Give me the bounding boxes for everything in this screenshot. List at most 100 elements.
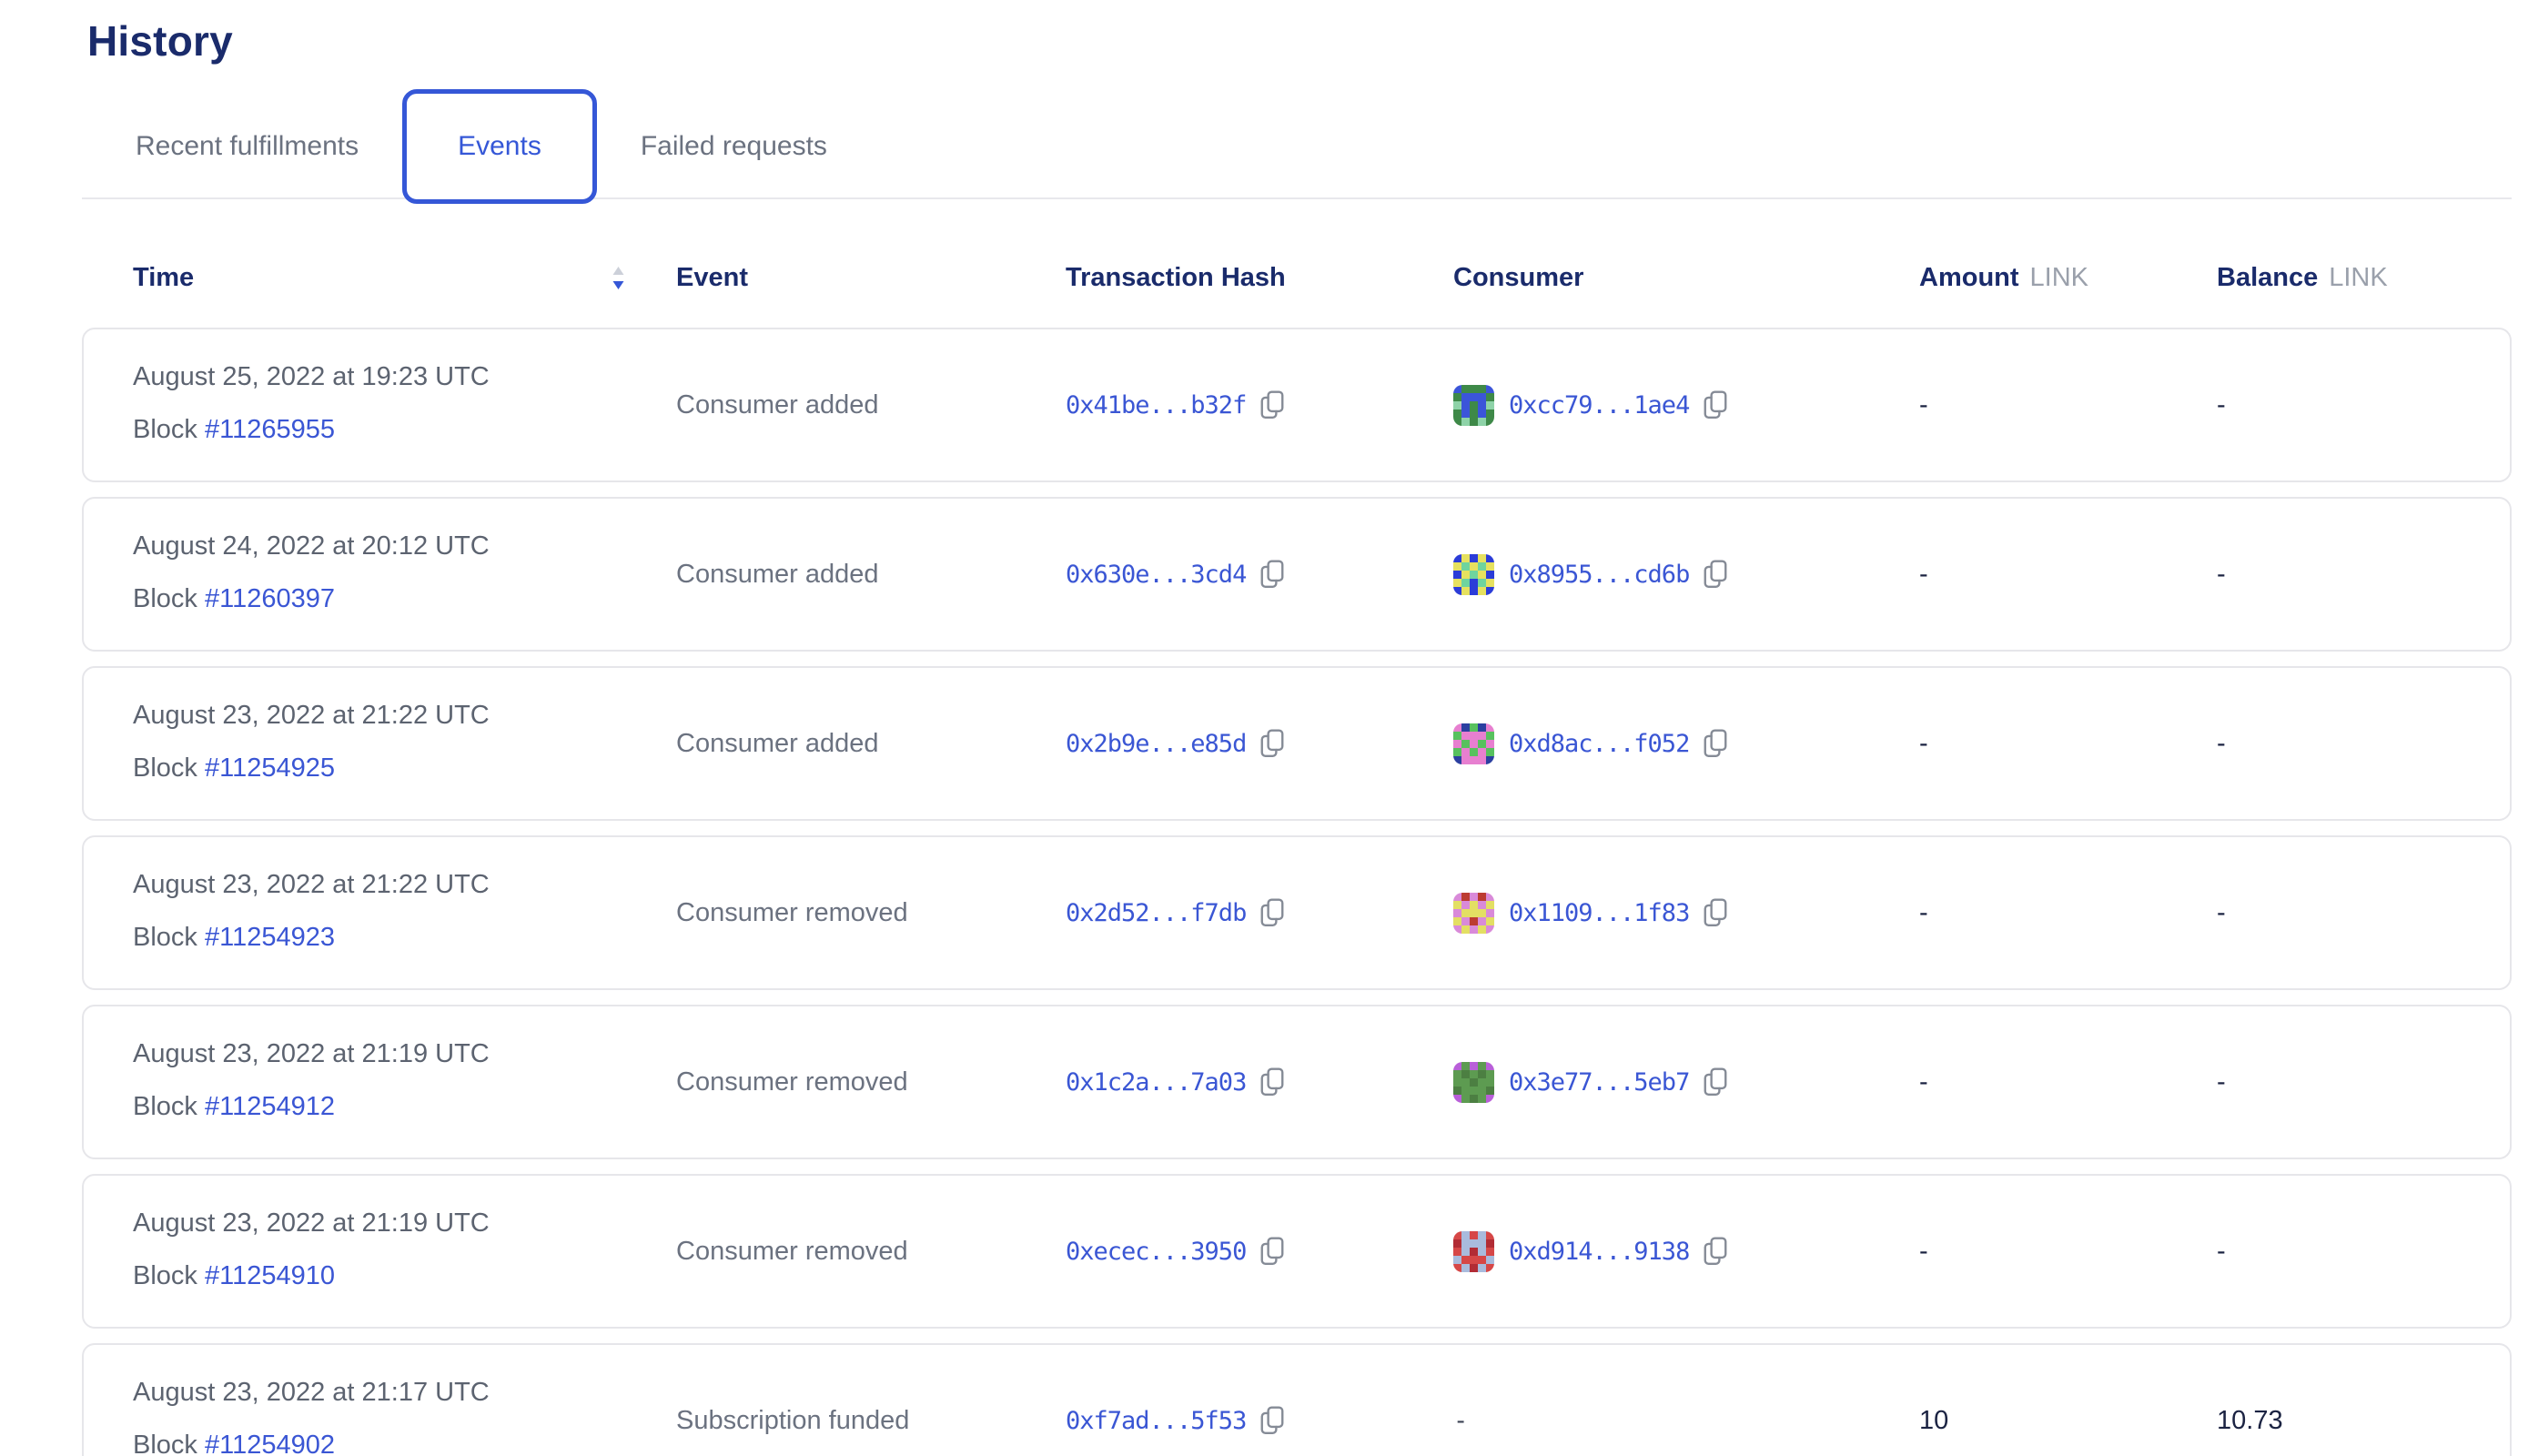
time-cell: August 23, 2022 at 21:22 UTC Block #1125… (133, 837, 676, 988)
consumer-cell: - (1453, 1407, 1919, 1435)
consumer-address-link[interactable]: 0x8955...cd6b (1509, 561, 1689, 589)
time-cell: August 23, 2022 at 21:19 UTC Block #1125… (133, 1006, 676, 1158)
transaction-hash-link[interactable]: 0x41be...b32f (1066, 391, 1246, 420)
consumer-address-link[interactable]: 0x3e77...5eb7 (1509, 1068, 1689, 1097)
event-date: August 25, 2022 at 19:23 UTC (133, 360, 676, 393)
block-label: Block (133, 415, 197, 444)
block-label: Block (133, 1431, 197, 1456)
consumer-cell: 0xcc79...1ae4 (1453, 385, 1919, 426)
copy-icon[interactable] (1259, 728, 1286, 759)
balance-value: 10.73 (2217, 1406, 2473, 1436)
transaction-hash-cell: 0x1c2a...7a03 (1066, 1067, 1453, 1097)
consumer-address-link[interactable]: 0xd914...9138 (1509, 1238, 1689, 1266)
copy-icon[interactable] (1259, 389, 1286, 420)
event-date: August 23, 2022 at 21:22 UTC (133, 699, 676, 732)
consumer-cell: 0x1109...1f83 (1453, 893, 1919, 934)
time-cell: August 23, 2022 at 21:17 UTC Block #1125… (133, 1345, 676, 1456)
copy-icon[interactable] (1702, 559, 1729, 590)
amount-value: - (1919, 898, 2217, 928)
consumer-identicon (1453, 385, 1494, 426)
consumer-cell: 0xd914...9138 (1453, 1231, 1919, 1272)
copy-icon[interactable] (1702, 1067, 1729, 1097)
copy-icon[interactable] (1259, 897, 1286, 928)
event-date: August 24, 2022 at 20:12 UTC (133, 530, 676, 562)
column-header-balance: Balance (2217, 263, 2318, 293)
consumer-identicon (1453, 554, 1494, 595)
tab-bar: Recent fulfillments Events Failed reques… (0, 80, 2528, 212)
consumer-address-link[interactable]: 0xcc79...1ae4 (1509, 391, 1689, 420)
tab-recent-fulfillments[interactable]: Recent fulfillments (128, 131, 366, 162)
transaction-hash-link[interactable]: 0x630e...3cd4 (1066, 561, 1246, 589)
transaction-hash-link[interactable]: 0xf7ad...5f53 (1066, 1407, 1246, 1435)
column-header-amount: Amount (1919, 263, 2019, 293)
consumer-identicon (1453, 723, 1494, 764)
page-title: History (87, 13, 2528, 69)
table-row: August 24, 2022 at 20:12 UTC Block #1126… (82, 497, 2512, 652)
event-type: Consumer removed (676, 1067, 1066, 1097)
column-header-consumer: Consumer (1453, 263, 1919, 293)
block-label: Block (133, 584, 197, 613)
table-header: Time Event Transaction Hash Consumer Amo… (82, 212, 2512, 328)
consumer-identicon (1453, 1062, 1494, 1103)
consumer-identicon (1453, 893, 1494, 934)
copy-icon[interactable] (1702, 389, 1729, 420)
balance-value: - (2217, 1067, 2473, 1097)
block-number-link[interactable]: #11254910 (205, 1261, 335, 1290)
event-date: August 23, 2022 at 21:22 UTC (133, 868, 676, 901)
event-date: August 23, 2022 at 21:19 UTC (133, 1207, 676, 1239)
copy-icon[interactable] (1259, 1236, 1286, 1267)
event-type: Consumer added (676, 560, 1066, 590)
transaction-hash-link[interactable]: 0xecec...3950 (1066, 1238, 1246, 1266)
tab-events[interactable]: Events (402, 89, 597, 204)
copy-icon[interactable] (1702, 1236, 1729, 1267)
sort-descending-icon[interactable] (611, 266, 626, 291)
consumer-address-link[interactable]: 0x1109...1f83 (1509, 899, 1689, 927)
time-cell: August 23, 2022 at 21:22 UTC Block #1125… (133, 668, 676, 819)
event-type: Consumer removed (676, 898, 1066, 928)
table-row: August 23, 2022 at 21:19 UTC Block #1125… (82, 1174, 2512, 1329)
amount-value: - (1919, 1067, 2217, 1097)
amount-value: - (1919, 1237, 2217, 1267)
copy-icon[interactable] (1259, 1405, 1286, 1436)
block-number-link[interactable]: #11254923 (205, 923, 335, 952)
block-number-link[interactable]: #11260397 (205, 584, 335, 613)
amount-value: - (1919, 729, 2217, 759)
block-number-link[interactable]: #11254912 (205, 1092, 335, 1121)
tab-failed-requests[interactable]: Failed requests (633, 131, 834, 162)
copy-icon[interactable] (1702, 728, 1729, 759)
column-header-time[interactable]: Time (133, 263, 194, 293)
transaction-hash-cell: 0x2d52...f7db (1066, 897, 1453, 928)
block-number-link[interactable]: #11254902 (205, 1431, 335, 1456)
consumer-cell: 0x3e77...5eb7 (1453, 1062, 1919, 1103)
event-date: August 23, 2022 at 21:17 UTC (133, 1376, 676, 1409)
block-number-link[interactable]: #11265955 (205, 415, 335, 444)
transaction-hash-link[interactable]: 0x2d52...f7db (1066, 899, 1246, 927)
balance-value: - (2217, 390, 2473, 420)
table-row: August 23, 2022 at 21:22 UTC Block #1125… (82, 835, 2512, 990)
time-cell: August 25, 2022 at 19:23 UTC Block #1126… (133, 329, 676, 480)
amount-value: 10 (1919, 1406, 2217, 1436)
transaction-hash-cell: 0x630e...3cd4 (1066, 559, 1453, 590)
consumer-cell: 0x8955...cd6b (1453, 554, 1919, 595)
events-table: August 25, 2022 at 19:23 UTC Block #1126… (82, 328, 2512, 1456)
balance-value: - (2217, 560, 2473, 590)
time-cell: August 24, 2022 at 20:12 UTC Block #1126… (133, 499, 676, 650)
copy-icon[interactable] (1702, 897, 1729, 928)
consumer-identicon (1453, 1231, 1494, 1272)
balance-value: - (2217, 898, 2473, 928)
time-cell: August 23, 2022 at 21:19 UTC Block #1125… (133, 1176, 676, 1327)
event-date: August 23, 2022 at 21:19 UTC (133, 1037, 676, 1070)
consumer-cell: 0xd8ac...f052 (1453, 723, 1919, 764)
transaction-hash-link[interactable]: 0x1c2a...7a03 (1066, 1068, 1246, 1097)
table-row: August 25, 2022 at 19:23 UTC Block #1126… (82, 328, 2512, 482)
amount-value: - (1919, 560, 2217, 590)
copy-icon[interactable] (1259, 559, 1286, 590)
event-type: Consumer added (676, 390, 1066, 420)
transaction-hash-cell: 0x2b9e...e85d (1066, 728, 1453, 759)
block-label: Block (133, 1092, 197, 1121)
block-number-link[interactable]: #11254925 (205, 753, 335, 783)
amount-value: - (1919, 390, 2217, 420)
consumer-address-link[interactable]: 0xd8ac...f052 (1509, 730, 1689, 758)
copy-icon[interactable] (1259, 1067, 1286, 1097)
transaction-hash-link[interactable]: 0x2b9e...e85d (1066, 730, 1246, 758)
